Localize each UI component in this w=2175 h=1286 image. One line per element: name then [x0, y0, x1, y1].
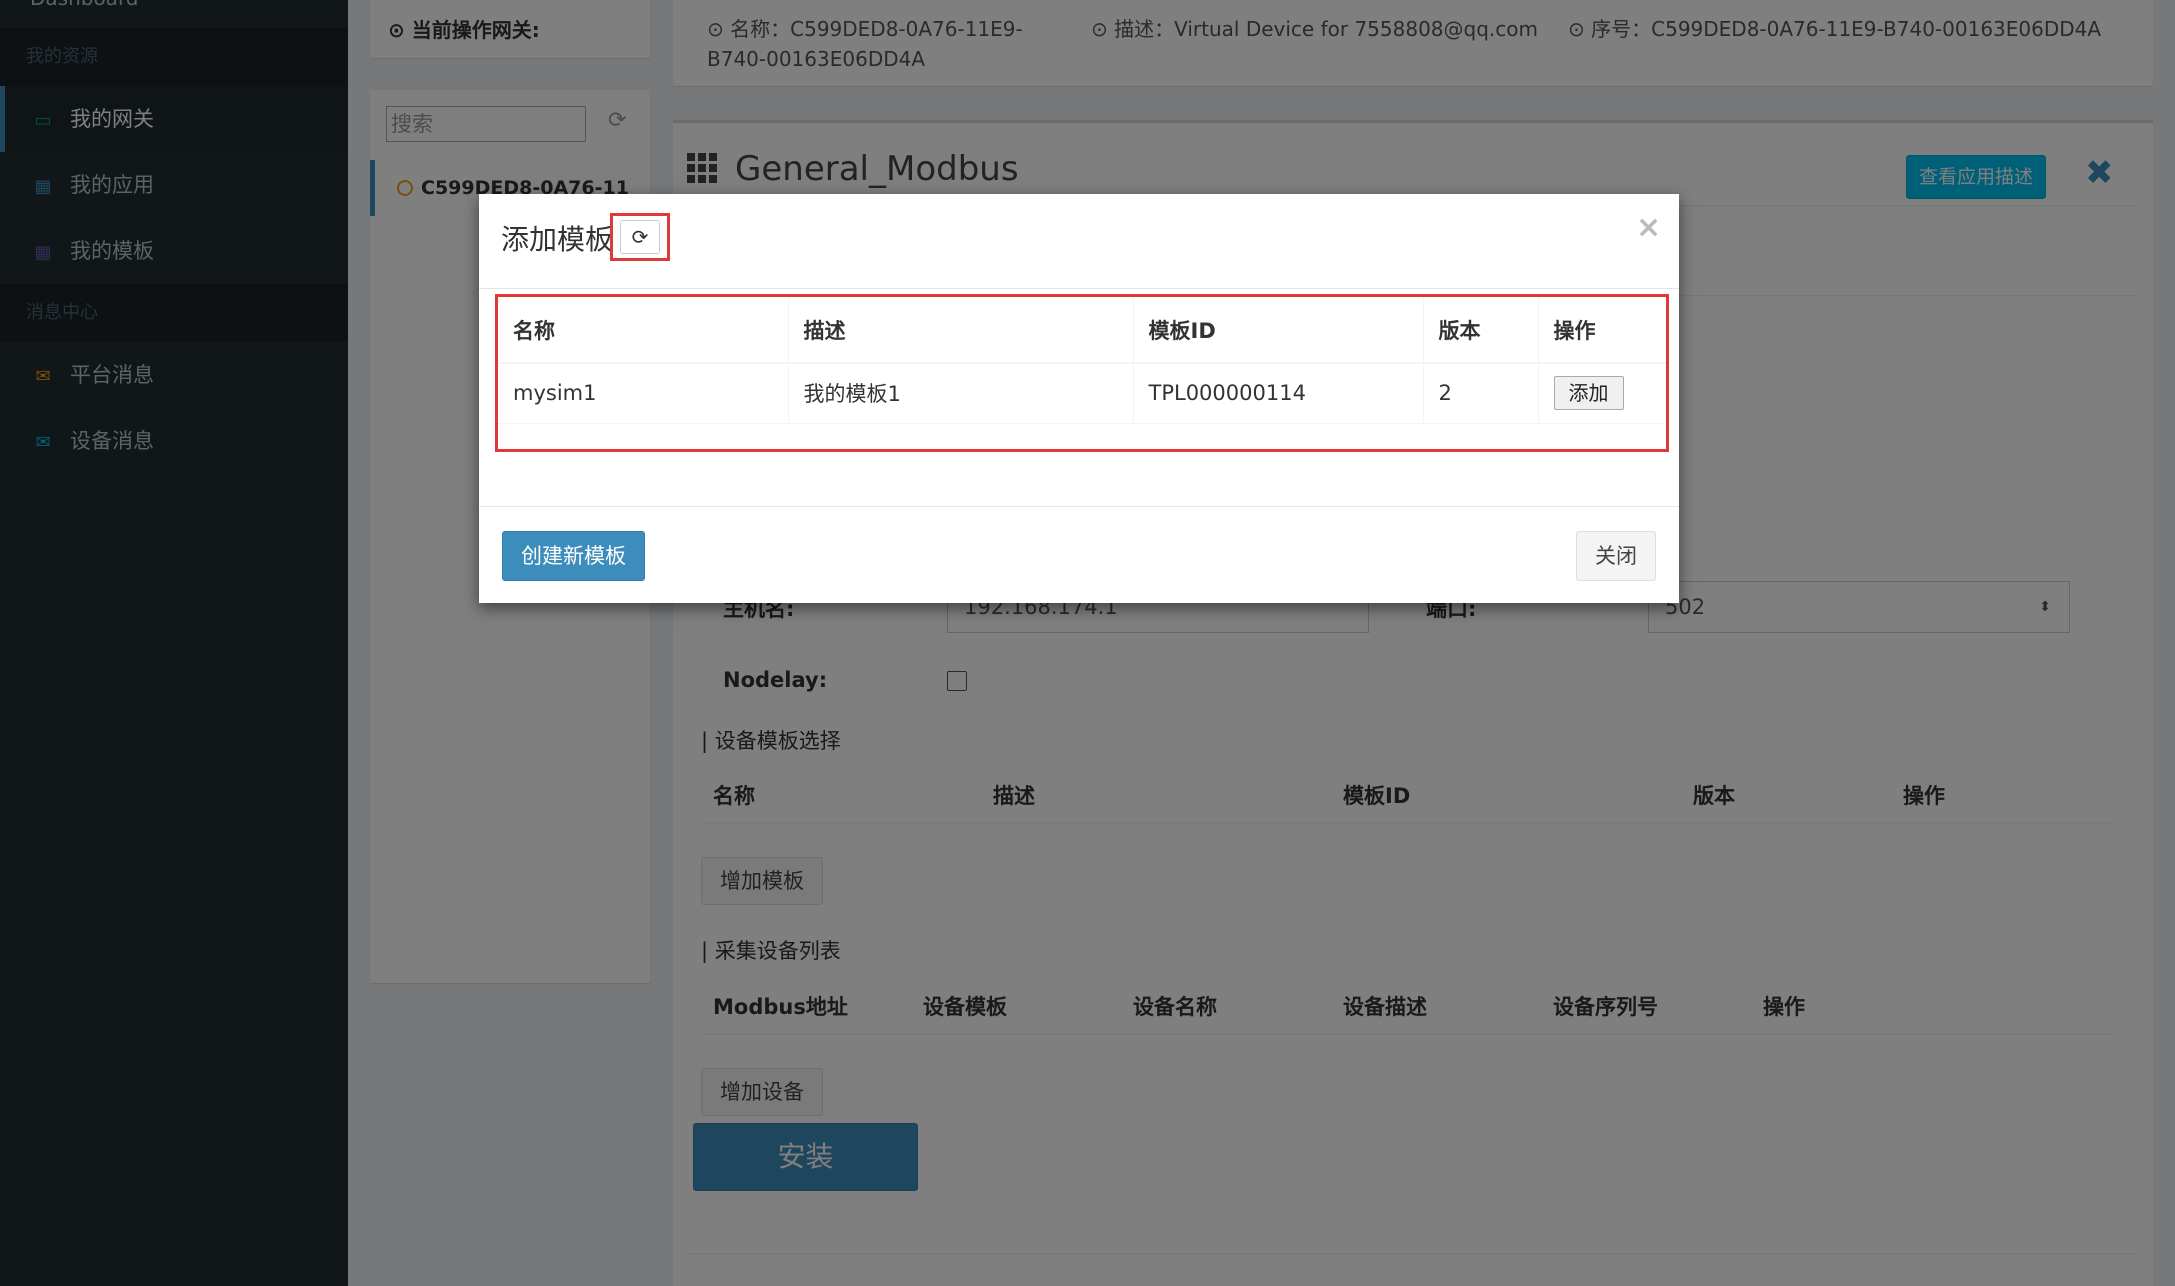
refresh-button[interactable]: ⟳	[610, 213, 670, 261]
modal-title: 添加模板	[501, 223, 614, 256]
cell-desc: 我的模板1	[788, 363, 1134, 424]
divider	[479, 506, 1679, 507]
refresh-icon: ⟳	[620, 220, 660, 254]
add-button[interactable]: 添加	[1553, 376, 1624, 411]
cell-name: mysim1	[498, 363, 789, 424]
create-template-button[interactable]: 创建新模板	[502, 531, 645, 581]
column-header: 描述	[788, 297, 1134, 364]
template-list-table: 名称 描述 模板ID 版本 操作 mysim1 我的模板1 TPL0000001…	[498, 297, 1666, 424]
table-header-row: 名称 描述 模板ID 版本 操作	[498, 297, 1666, 364]
cell-version: 2	[1423, 363, 1539, 424]
add-template-modal: 添加模板 ⟳ × 名称 描述 模板ID 版本 操作 mysim1 我的模板1 T…	[479, 194, 1679, 603]
table-row: mysim1 我的模板1 TPL000000114 2 添加	[498, 363, 1666, 424]
column-header: 模板ID	[1133, 297, 1424, 364]
column-header: 操作	[1538, 297, 1666, 364]
cell-action: 添加	[1538, 363, 1666, 424]
close-button[interactable]: 关闭	[1576, 531, 1656, 581]
modal-close-icon[interactable]: ×	[1636, 210, 1661, 245]
template-list-highlight: 名称 描述 模板ID 版本 操作 mysim1 我的模板1 TPL0000001…	[495, 294, 1669, 452]
modal-backdrop[interactable]	[0, 0, 2175, 1286]
divider	[479, 288, 1679, 289]
cell-id: TPL000000114	[1133, 363, 1424, 424]
column-header: 名称	[498, 297, 789, 364]
column-header: 版本	[1423, 297, 1539, 364]
